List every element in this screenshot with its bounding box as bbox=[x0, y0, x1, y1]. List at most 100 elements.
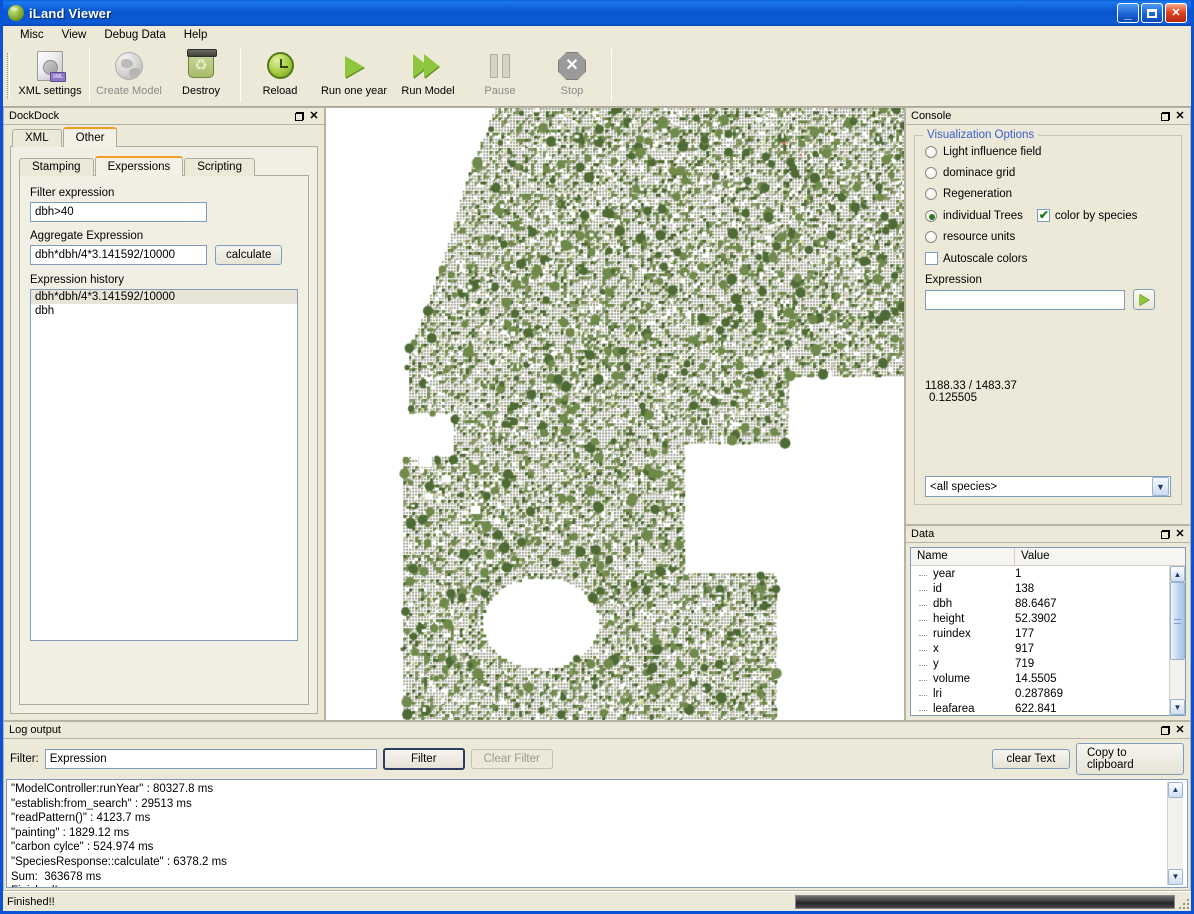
console-expression-input[interactable] bbox=[925, 289, 1125, 310]
cell-value: 719 bbox=[1015, 657, 1035, 670]
radio-label[interactable]: individual Trees bbox=[943, 210, 1023, 222]
scroll-thumb[interactable] bbox=[1170, 582, 1185, 660]
list-item[interactable]: dbh bbox=[31, 304, 297, 318]
minimize-button[interactable]: _ bbox=[1117, 3, 1139, 23]
column-header-value[interactable]: Value bbox=[1015, 548, 1185, 565]
aggregate-expression-input[interactable]: dbh*dbh/4*3.141592/10000 bbox=[30, 245, 207, 265]
table-row[interactable]: dbh 88.6467 bbox=[911, 596, 1169, 611]
scroll-track[interactable] bbox=[1168, 798, 1183, 869]
tab-stamping[interactable]: Stamping bbox=[19, 158, 94, 176]
toolbar-grip[interactable] bbox=[7, 45, 14, 106]
log-toolbar: Filter: Expression Filter Clear Filter c… bbox=[4, 739, 1190, 779]
toolbar-button-reload[interactable]: Reload bbox=[244, 45, 316, 106]
data-float-button[interactable] bbox=[1158, 528, 1172, 541]
table-row[interactable]: y 719 bbox=[911, 656, 1169, 671]
toolbar-button-create-model[interactable]: Create Model bbox=[93, 45, 165, 106]
scroll-up-button[interactable]: ▲ bbox=[1170, 566, 1185, 582]
menu-item-debug-data[interactable]: Debug Data bbox=[95, 27, 174, 43]
recycle-bin-icon bbox=[185, 49, 217, 82]
data-close-button[interactable]: ✕ bbox=[1173, 528, 1187, 541]
scroll-track[interactable] bbox=[1170, 660, 1185, 699]
status-bar: Finished!! bbox=[3, 891, 1191, 911]
table-row[interactable]: volume 14.5505 bbox=[911, 671, 1169, 686]
checkbox-autoscale-colors[interactable] bbox=[925, 252, 938, 265]
radio-resource-units[interactable]: resource units bbox=[925, 231, 1171, 243]
close-button[interactable]: ✕ bbox=[1165, 3, 1187, 23]
table-row[interactable]: id 138 bbox=[911, 581, 1169, 596]
clear-filter-button[interactable]: Clear Filter bbox=[470, 749, 553, 769]
expression-history-list[interactable]: dbh*dbh/4*3.141592/10000 dbh bbox=[30, 289, 298, 641]
menu-item-misc[interactable]: Misc bbox=[11, 27, 53, 43]
right-dock-column: Console ✕ Visualization Options Light in… bbox=[905, 107, 1191, 721]
log-text-area[interactable]: "ModelController:runYear" : 80327.8 ms "e… bbox=[6, 779, 1188, 888]
log-filter-input[interactable]: Expression bbox=[44, 749, 377, 769]
radio-icon bbox=[925, 188, 937, 200]
table-row[interactable]: leafarea 622.841 bbox=[911, 701, 1169, 715]
tab-xml[interactable]: XML bbox=[12, 129, 62, 147]
run-expression-button[interactable] bbox=[1133, 289, 1155, 310]
radio-dominace-grid[interactable]: dominace grid bbox=[925, 167, 1171, 179]
close-icon: ✕ bbox=[1175, 527, 1185, 540]
table-row[interactable]: lri 0.287869 bbox=[911, 686, 1169, 701]
close-icon: ✕ bbox=[309, 109, 319, 122]
table-row[interactable]: height 52.3902 bbox=[911, 611, 1169, 626]
clear-text-button[interactable]: clear Text bbox=[992, 749, 1070, 769]
calculate-button[interactable]: calculate bbox=[215, 245, 283, 265]
species-select-value: <all species> bbox=[930, 480, 998, 493]
radio-label: Regeneration bbox=[943, 188, 1013, 200]
tab-experssions[interactable]: Experssions bbox=[94, 156, 184, 176]
toolbar-button-stop[interactable]: Stop bbox=[536, 45, 608, 106]
maximize-button[interactable] bbox=[1141, 3, 1163, 23]
log-panel-body: Filter: Expression Filter Clear Filter c… bbox=[3, 738, 1191, 891]
console-float-button[interactable] bbox=[1158, 110, 1172, 123]
data-panel-title: Data bbox=[911, 528, 935, 540]
log-float-button[interactable] bbox=[1158, 724, 1172, 737]
cell-name: year bbox=[911, 568, 1015, 580]
toolbar-button-xml-settings[interactable]: XML settings bbox=[14, 45, 86, 106]
table-row[interactable]: x 917 bbox=[911, 641, 1169, 656]
column-header-name[interactable]: Name bbox=[911, 548, 1015, 565]
toolbar-button-run-model[interactable]: Run Model bbox=[392, 45, 464, 106]
menu-item-help[interactable]: Help bbox=[175, 27, 217, 43]
main-body: DockDock ✕ XML Other Stamping Experssion… bbox=[3, 107, 1191, 721]
chevron-down-icon[interactable]: ▼ bbox=[1152, 477, 1169, 496]
filter-button[interactable]: Filter bbox=[382, 748, 465, 770]
scroll-down-button[interactable]: ▼ bbox=[1170, 699, 1185, 715]
log-output-panel: Log output ✕ Filter: Expression Filter C… bbox=[3, 721, 1191, 891]
tab-pane-other: Stamping Experssions Scripting Filter ex… bbox=[10, 146, 318, 714]
table-row[interactable]: year 1 bbox=[911, 566, 1169, 581]
radio-icon-selected[interactable] bbox=[925, 209, 937, 222]
list-item[interactable]: dbh*dbh/4*3.141592/10000 bbox=[31, 290, 297, 304]
cell-name: leafarea bbox=[911, 703, 1015, 715]
tab-other[interactable]: Other bbox=[62, 127, 118, 147]
log-scrollbar[interactable]: ▲ ▼ bbox=[1167, 782, 1183, 885]
copy-to-clipboard-button[interactable]: Copy to clipboard bbox=[1076, 743, 1184, 775]
forest-stand-canvas[interactable] bbox=[326, 108, 904, 720]
dock-float-button[interactable] bbox=[292, 110, 306, 123]
group-title: Visualization Options bbox=[923, 129, 1039, 141]
filter-expression-input[interactable]: dbh>40 bbox=[30, 202, 207, 222]
scroll-down-button[interactable]: ▼ bbox=[1168, 869, 1183, 885]
tab-scripting[interactable]: Scripting bbox=[184, 158, 255, 176]
readout-value: 0.125505 bbox=[929, 392, 977, 404]
console-close-button[interactable]: ✕ bbox=[1173, 110, 1187, 123]
toolbar-button-pause[interactable]: Pause bbox=[464, 45, 536, 106]
radio-light-influence-field[interactable]: Light influence field bbox=[925, 146, 1171, 158]
menu-item-view[interactable]: View bbox=[53, 27, 96, 43]
radio-regeneration[interactable]: Regeneration bbox=[925, 188, 1171, 200]
radio-label: dominace grid bbox=[943, 167, 1016, 179]
visualization-panel[interactable] bbox=[325, 107, 905, 721]
toolbar-button-destroy[interactable]: Destroy bbox=[165, 45, 237, 106]
dock-close-button[interactable]: ✕ bbox=[307, 110, 321, 123]
data-table-scrollbar[interactable]: ▲ ▼ bbox=[1169, 566, 1185, 715]
table-row[interactable]: ruindex 177 bbox=[911, 626, 1169, 641]
scroll-up-button[interactable]: ▲ bbox=[1168, 782, 1183, 798]
cell-value: 177 bbox=[1015, 627, 1035, 640]
dock-panel: DockDock ✕ XML Other Stamping Experssion… bbox=[3, 107, 325, 721]
resize-grip[interactable] bbox=[1177, 897, 1189, 909]
checkbox-color-by-species[interactable] bbox=[1036, 208, 1050, 222]
species-select[interactable]: <all species> ▼ bbox=[925, 476, 1171, 497]
log-close-button[interactable]: ✕ bbox=[1173, 724, 1187, 737]
log-line: "ModelController:runYear" : 80327.8 ms bbox=[11, 783, 214, 795]
toolbar-button-run-one-year[interactable]: Run one year bbox=[316, 45, 392, 106]
